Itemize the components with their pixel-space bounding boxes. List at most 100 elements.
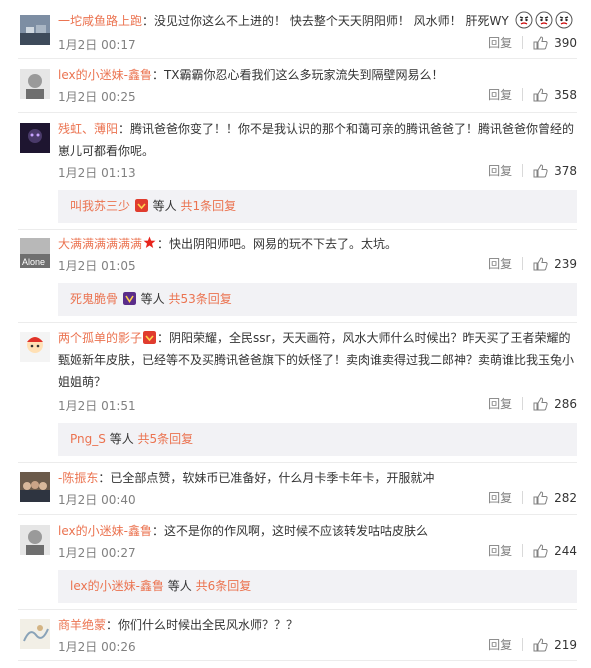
like-count: 390 [554,35,577,50]
like-button[interactable]: 358 [533,88,577,102]
sub-reply-username[interactable]: 死鬼脆骨 [70,292,118,306]
sub-reply-username[interactable]: 叫我苏三少 [70,199,130,213]
comment-actions: 回复 239 [488,255,577,272]
angry-face-icon [533,11,553,29]
divider [522,164,524,177]
like-button[interactable]: 378 [533,164,577,178]
comment-text-block: 大满满满满满满 ：快出阴阳师吧。网易的玩不下去了。太坑。 [58,233,578,255]
divider [522,397,524,410]
divider [522,257,524,270]
like-button[interactable]: 390 [533,36,577,50]
vip-badge-icon [134,199,148,212]
like-count: 358 [554,87,577,102]
comment-actions: 回复 286 [488,395,577,412]
comment-text: ：没见过你这么不上进的！ 快去整个天天阴阳师！ 风水师！ 肝死WY [142,14,509,28]
comment-username[interactable]: 大满满满满满满 [58,237,142,251]
like-count: 286 [554,396,577,411]
thumbs-up-icon [533,396,548,410]
reply-button[interactable]: 回复 [488,542,512,559]
red-star-icon [143,236,156,248]
angry-face-icon [513,11,533,29]
avatar[interactable] [20,69,50,99]
avatar[interactable] [20,525,50,555]
comment-username[interactable]: lex的小迷妹-鑫鲁 [58,68,152,82]
divider [522,491,524,504]
reply-button[interactable]: 回复 [488,34,512,51]
comment-time: 1月2日 00:27 [58,546,136,560]
divider [18,322,577,323]
comment-text: 甄姬新年皮肤，已经等不及买腾讯爸爸旗下的妖怪了！卖肉谁卖得过我二郎神？卖萌谁比我… [58,353,575,367]
comment-text-block: 两个孤单的影子 ：阴阳荣耀，全民ssr，天天画符，风水大师什么时候出？昨天买了王者… [58,327,578,393]
comment-text: ：已全部点赞，软妹币已准备好，什么月卡季卡年卡，开服就冲 [98,471,435,485]
sub-reply-count[interactable]: 共53条回复 [169,292,232,306]
comment-actions: 回复 219 [488,636,577,653]
thumbs-up-icon [533,490,548,504]
sub-reply-count[interactable]: 共6条回复 [196,579,252,593]
comment-text-block: lex的小迷妹-鑫鲁：TX霸霸你忍心看我们这么多玩家流失到隔壁网易么！ [58,64,578,86]
divider [522,544,524,557]
comment-text: ：腾讯爸爸你变了！！你不是我认识的那个和蔼可亲的腾讯爸爸了！腾讯爸爸你曾经的 [118,122,575,136]
sub-reply-suffix: 等人 [152,199,177,213]
divider [522,36,524,49]
avatar[interactable] [20,619,50,649]
sub-reply-username[interactable]: lex的小迷妹-鑫鲁 [70,579,164,593]
reply-button[interactable]: 回复 [488,395,512,412]
avatar[interactable] [20,332,50,362]
reply-button[interactable]: 回复 [488,489,512,506]
like-button[interactable]: 239 [533,257,577,271]
comment-text: ：这不是你的作风啊，这时候不应该转发咕咕皮肤么 [151,524,428,538]
comment-text-block: 一坨咸鱼路上跑：没见过你这么不上进的！ 快去整个天天阴阳师！ 风水师！ 肝死WY [58,10,578,32]
comment-actions: 回复 358 [488,86,577,103]
comment-time: 1月2日 01:13 [58,166,136,180]
thumbs-up-icon [533,637,548,651]
divider [522,638,524,651]
avatar[interactable] [20,15,50,45]
comment-username[interactable]: -陈振东 [58,471,98,485]
like-button[interactable]: 282 [533,491,577,505]
avatar-caption: Alone [22,257,45,267]
like-count: 282 [554,490,577,505]
avatar[interactable] [20,123,50,153]
avatar[interactable] [20,472,50,502]
divider [18,112,577,113]
like-button[interactable]: 286 [533,397,577,411]
comment-text: ：阴阳荣耀，全民ssr，天天画符，风水大师什么时候出？昨天买了王者荣耀的 [157,331,571,345]
sub-reply-summary[interactable]: 叫我苏三少 等人 共1条回复 [58,190,577,223]
comment-username[interactable]: 一坨咸鱼路上跑 [58,14,142,28]
reply-button[interactable]: 回复 [488,636,512,653]
reply-button[interactable]: 回复 [488,86,512,103]
sub-reply-suffix: 等人 [109,432,134,446]
reply-button[interactable]: 回复 [488,255,512,272]
divider [18,58,577,59]
comment-time: 1月2日 00:17 [58,38,136,52]
thumbs-up-icon [533,543,548,557]
sub-reply-suffix: 等人 [167,579,192,593]
comment-text: ：你们什么时候出全民风水师？？？ [106,618,299,632]
avatar[interactable]: Alone [20,238,50,268]
like-button[interactable]: 244 [533,544,577,558]
comment-time: 1月2日 01:51 [58,399,136,413]
sub-reply-count[interactable]: 共1条回复 [181,199,237,213]
comment-actions: 回复 244 [488,542,577,559]
like-count: 219 [554,637,577,652]
comment-list: 一坨咸鱼路上跑：没见过你这么不上进的！ 快去整个天天阴阳师！ 风水师！ 肝死WY… [0,0,591,668]
comment-time: 1月2日 00:40 [58,493,136,507]
sub-reply-summary[interactable]: 死鬼脆骨 等人 共53条回复 [58,283,577,316]
comment-text-block: 残虹、薄阳：腾讯爸爸你变了！！你不是我认识的那个和蔼可亲的腾讯爸爸了！腾讯爸爸你… [58,118,578,162]
comment-actions: 回复 282 [488,489,577,506]
like-button[interactable]: 219 [533,638,577,652]
comment-username[interactable]: lex的小迷妹-鑫鲁 [58,524,152,538]
comment-username[interactable]: 商羊绝蒙 [58,618,106,632]
divider [522,88,524,101]
sub-reply-count[interactable]: 共5条回复 [138,432,194,446]
thumbs-up-icon [533,163,548,177]
sub-reply-summary[interactable]: lex的小迷妹-鑫鲁 等人 共6条回复 [58,570,577,603]
reply-button[interactable]: 回复 [488,162,512,179]
comment-time: 1月2日 00:25 [58,90,136,104]
like-count: 378 [554,163,577,178]
sub-reply-summary[interactable]: Png_S 等人 共5条回复 [58,423,577,456]
comment-username[interactable]: 两个孤单的影子 [58,331,142,345]
comment-username[interactable]: 残虹、薄阳 [58,122,118,136]
sub-reply-username[interactable]: Png_S [70,432,106,446]
divider [18,462,577,463]
